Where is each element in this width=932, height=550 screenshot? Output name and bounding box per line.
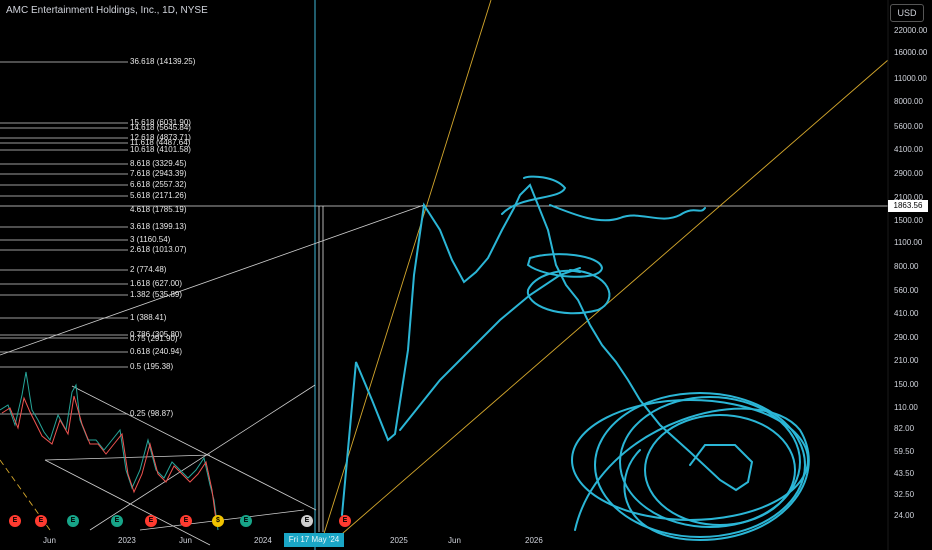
price-tick: 59.50 [894, 447, 915, 456]
price-tick: 4100.00 [894, 145, 923, 154]
price-tick: 560.00 [894, 286, 919, 295]
price-tick: 290.00 [894, 333, 919, 342]
fib-label: 5.618 (2171.26) [130, 191, 187, 200]
time-tick: 2023 [118, 536, 136, 545]
fib-label: 8.618 (3329.45) [130, 159, 187, 168]
earnings-icon[interactable]: E [180, 515, 192, 527]
price-tick: 11000.00 [894, 74, 927, 83]
earnings-icon[interactable]: E [9, 515, 21, 527]
earnings-icon[interactable]: E [35, 515, 47, 527]
fib-lines [0, 61, 128, 415]
fib-label: 0.618 (240.94) [130, 347, 183, 356]
dividend-icon[interactable]: $ [212, 515, 224, 527]
price-tick: 110.00 [894, 403, 918, 412]
fib-label: 2 (774.48) [130, 265, 167, 274]
price-tick: 8000.00 [894, 97, 923, 106]
price-tick: 24.00 [894, 511, 915, 520]
fib-label: 1.618 (627.00) [130, 279, 183, 288]
price-tick: 32.50 [894, 490, 915, 499]
chart-canvas[interactable] [0, 0, 932, 550]
earnings-icon[interactable]: E [240, 515, 252, 527]
price-tick: 150.00 [894, 380, 919, 389]
fib-label: 3.618 (1399.13) [130, 222, 187, 231]
price-tick: 22000.00 [894, 26, 928, 35]
fib-label: 2.618 (1013.07) [130, 245, 187, 254]
fib-label: 14.618 (5645.84) [130, 123, 191, 132]
price-tick: 410.00 [894, 309, 919, 318]
earnings-icon[interactable]: E [67, 515, 79, 527]
symbol-title[interactable]: AMC Entertainment Holdings, Inc., 1D, NY… [6, 5, 208, 16]
fib-label: 3 (1160.54) [130, 235, 171, 244]
currency-button[interactable]: USD [890, 4, 924, 22]
time-tick: 2024 [254, 536, 272, 545]
fib-label: 4.618 (1785.19) [130, 205, 187, 214]
freehand-drawings [341, 175, 810, 542]
fib-label: 36.618 (14139.25) [130, 57, 196, 66]
earnings-icon[interactable]: E [301, 515, 313, 527]
time-tick: 2025 [390, 536, 408, 545]
current-price-label: 1863.56 [888, 200, 928, 212]
price-tick: 5600.00 [894, 122, 923, 131]
price-tick: 82.00 [894, 424, 915, 433]
price-candles [0, 371, 219, 531]
price-tick: 2900.00 [894, 169, 923, 178]
fib-label: 1.382 (535.89) [130, 290, 183, 299]
fib-label: 10.618 (4101.58) [130, 145, 191, 154]
time-tick: Jun [179, 536, 192, 545]
earnings-icon[interactable]: E [145, 515, 157, 527]
price-tick: 800.00 [894, 262, 919, 271]
fib-label: 0.5 (195.38) [130, 362, 174, 371]
fib-label: 0.25 (98.87) [130, 409, 174, 418]
fib-label: 1 (388.41) [130, 313, 167, 322]
earnings-icon[interactable]: E [111, 515, 123, 527]
fib-label: 0.75 (291.90) [130, 334, 178, 343]
price-tick: 43.50 [894, 469, 915, 478]
earnings-icon[interactable]: E [339, 515, 351, 527]
price-tick: 1100.00 [894, 238, 923, 247]
time-tick: Jun [43, 536, 56, 545]
price-tick: 16000.00 [894, 48, 928, 57]
price-tick: 1500.00 [894, 216, 923, 225]
time-tick: Jun [448, 536, 461, 545]
price-tick: 210.00 [894, 356, 919, 365]
fib-label: 7.618 (2943.39) [130, 169, 187, 178]
fib-label: 6.618 (2557.32) [130, 180, 187, 189]
time-tick: 2026 [525, 536, 543, 545]
crosshair-date-label: Fri 17 May '24 [284, 533, 344, 547]
